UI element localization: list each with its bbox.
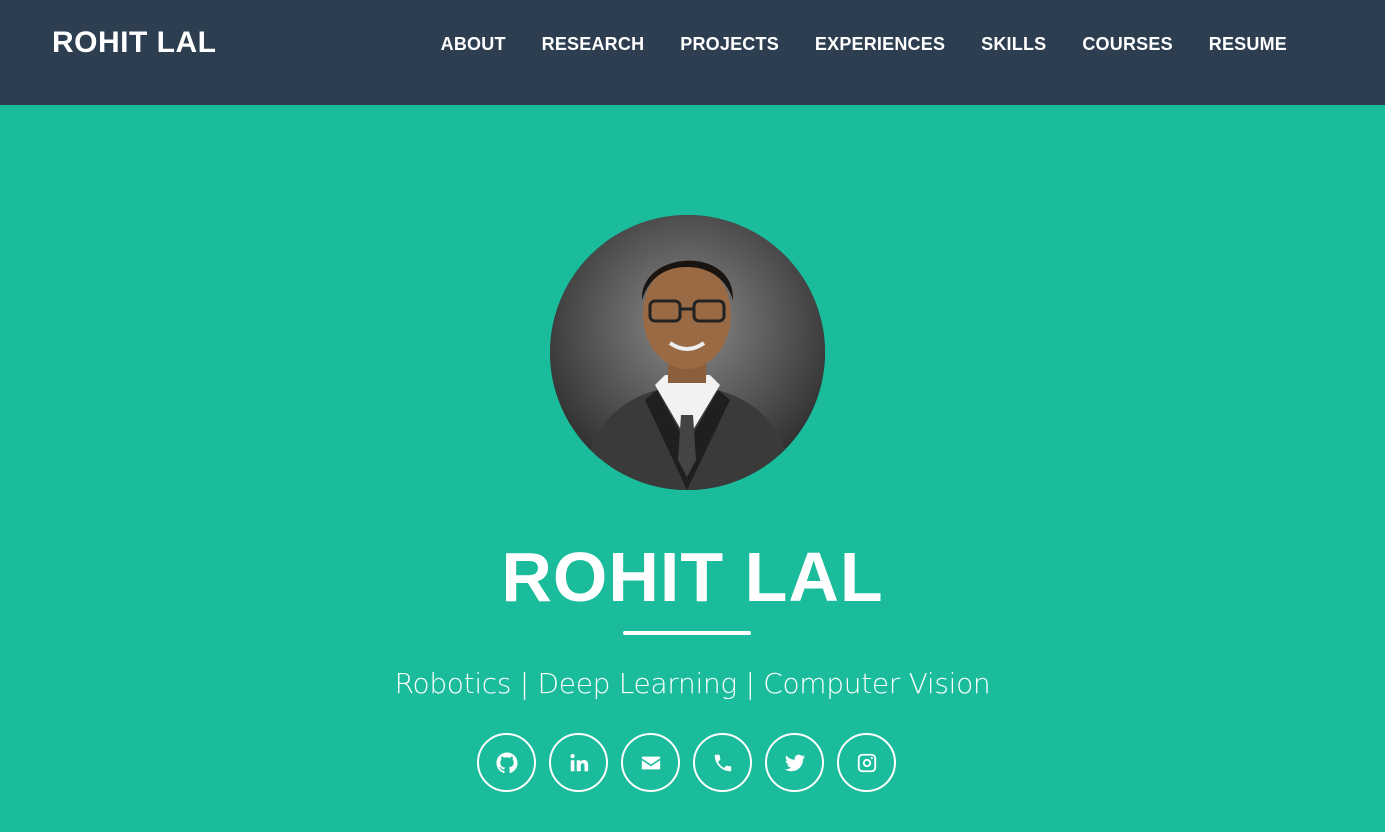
hero-name: ROHIT LAL [501, 538, 884, 616]
brand-logo[interactable]: ROHIT LAL [52, 26, 216, 60]
github-icon [495, 751, 518, 773]
nav-link-research[interactable]: RESEARCH [524, 34, 663, 55]
social-links [477, 733, 896, 792]
linkedin-button[interactable] [549, 733, 608, 792]
nav-link-projects[interactable]: PROJECTS [662, 34, 797, 55]
twitter-button[interactable] [765, 733, 824, 792]
profile-photo [550, 215, 825, 490]
twitter-icon [784, 754, 805, 771]
linkedin-icon [569, 753, 588, 771]
phone-icon [714, 754, 731, 771]
phone-button[interactable] [693, 733, 752, 792]
nav-link-resume[interactable]: RESUME [1191, 34, 1305, 55]
email-button[interactable] [621, 733, 680, 792]
instagram-button[interactable] [837, 733, 896, 792]
envelope-icon [641, 756, 660, 769]
instagram-icon [857, 753, 876, 772]
github-button[interactable] [477, 733, 536, 792]
nav-links: ABOUT RESEARCH PROJECTS EXPERIENCES SKIL… [423, 34, 1305, 55]
hero-tagline: Robotics | Deep Learning | Computer Visi… [394, 667, 991, 700]
nav-link-experiences[interactable]: EXPERIENCES [797, 34, 963, 55]
navbar: ROHIT LAL ABOUT RESEARCH PROJECTS EXPERI… [0, 0, 1385, 105]
nav-link-about[interactable]: ABOUT [423, 34, 524, 55]
avatar [550, 215, 825, 490]
title-divider [623, 631, 751, 635]
nav-link-skills[interactable]: SKILLS [963, 34, 1064, 55]
masthead: ROHIT LAL Robotics | Deep Learning | Com… [0, 105, 1385, 832]
nav-link-courses[interactable]: COURSES [1064, 34, 1190, 55]
